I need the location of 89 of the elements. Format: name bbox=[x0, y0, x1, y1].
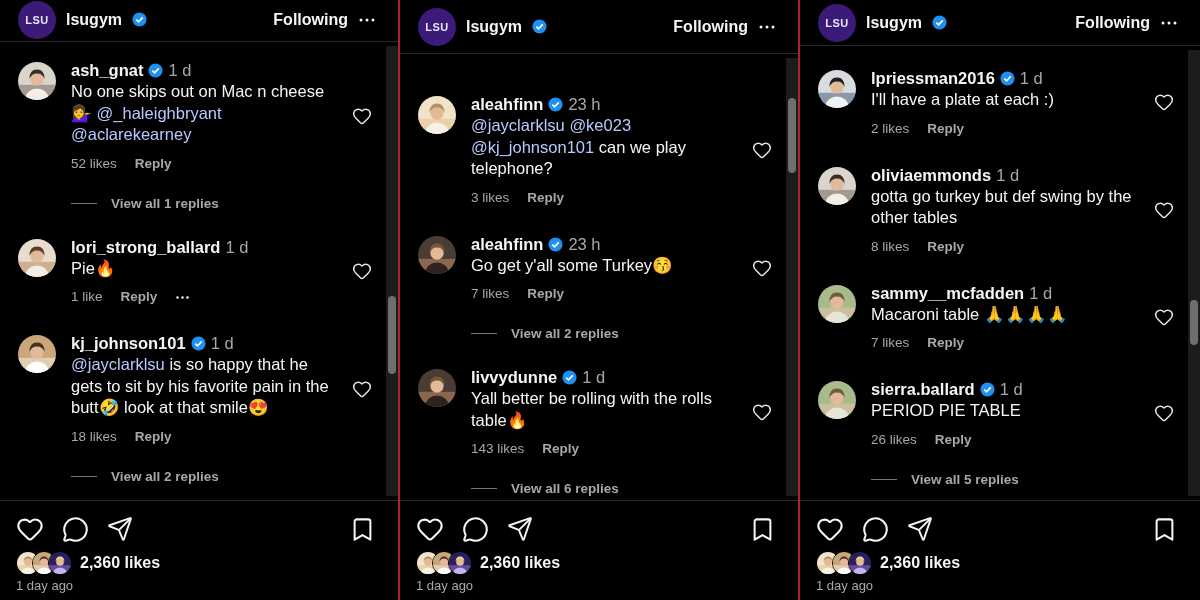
comment-text: No one skips out on Mac n cheese 💁‍♀ @_haleighbryant @aclarekearney bbox=[71, 81, 326, 145]
comment-text: Yall better be rolling with the rolls table🔥 bbox=[471, 388, 713, 431]
following-button[interactable]: Following bbox=[673, 17, 748, 36]
like-count: 18 likes bbox=[71, 427, 117, 446]
comment-time: 1 d bbox=[999, 379, 1023, 400]
account-name: lsugym bbox=[66, 10, 122, 29]
like-count: 7 likes bbox=[871, 334, 910, 352]
send-icon[interactable] bbox=[507, 516, 533, 542]
like-count: 52 likes bbox=[71, 154, 117, 173]
mention-link[interactable]: @ke023 bbox=[569, 116, 632, 134]
post-date: 1 day ago bbox=[16, 578, 75, 593]
comment-time: 1 d bbox=[582, 367, 606, 388]
reply-button[interactable]: Reply bbox=[934, 429, 972, 450]
username[interactable]: sierra.ballard bbox=[871, 379, 975, 400]
scrollbar[interactable] bbox=[386, 46, 398, 496]
reply-button[interactable]: Reply bbox=[527, 187, 565, 208]
account-logo: LSU bbox=[418, 7, 456, 46]
post-likes: 2,360 likes bbox=[480, 554, 561, 572]
comment-text: Macaroni table 🙏🙏🙏🙏 bbox=[871, 303, 1069, 325]
account-name: lsugym bbox=[866, 13, 922, 32]
view-replies-button[interactable]: View all 5 replies bbox=[871, 471, 1019, 487]
view-replies-button[interactable]: View all 1 replies bbox=[71, 195, 219, 211]
like-count: 26 likes bbox=[871, 430, 917, 449]
post-date: 1 day ago bbox=[416, 578, 475, 593]
mention-link[interactable]: @_haleighbryant bbox=[96, 103, 222, 122]
comment-time: 1 d bbox=[1029, 282, 1053, 304]
account-logo: LSU bbox=[818, 3, 856, 42]
comment-text: Pie🔥 bbox=[71, 257, 117, 279]
scrollbar[interactable] bbox=[1188, 50, 1200, 496]
comment-icon[interactable] bbox=[462, 515, 489, 543]
username[interactable]: aleahfinn bbox=[471, 94, 544, 115]
username[interactable]: kj_johnson101 bbox=[71, 333, 186, 354]
mention-link[interactable]: @kj_johnson101 bbox=[471, 137, 595, 156]
comment-text: Go get y'all some Turkey😚 bbox=[471, 254, 675, 276]
send-icon[interactable] bbox=[907, 516, 933, 542]
comment-icon[interactable] bbox=[62, 515, 89, 543]
comment-time: 1 d bbox=[225, 236, 249, 258]
more-icon[interactable] bbox=[358, 16, 376, 23]
comment-time: 1 d bbox=[996, 164, 1020, 186]
like-count: 143 likes bbox=[471, 440, 525, 458]
comment-time: 1 d bbox=[168, 60, 192, 81]
following-button[interactable]: Following bbox=[1075, 13, 1150, 32]
username[interactable]: oliviaemmonds bbox=[871, 164, 992, 186]
view-replies-button[interactable]: View all 6 replies bbox=[471, 481, 619, 496]
comment-time: 1 d bbox=[1019, 68, 1043, 89]
like-count: 7 likes bbox=[471, 285, 510, 303]
reply-button[interactable]: Reply bbox=[120, 287, 158, 307]
comment-text: gotta go turkey but def swing by the other tables bbox=[871, 185, 1133, 228]
reply-button[interactable]: Reply bbox=[542, 439, 580, 459]
like-count: 2 likes bbox=[871, 119, 910, 138]
post-date: 1 day ago bbox=[816, 578, 875, 593]
account-name: lsugym bbox=[466, 17, 522, 36]
following-button[interactable]: Following bbox=[273, 10, 348, 29]
reply-button[interactable]: Reply bbox=[134, 153, 172, 174]
more-icon[interactable] bbox=[175, 294, 191, 300]
comment-time: 23 h bbox=[568, 233, 601, 255]
username[interactable]: aleahfinn bbox=[471, 233, 544, 255]
comment-text: @jayclarklsu @ke023 @kj_johnson101 can we play telephone? bbox=[471, 115, 687, 179]
reply-button[interactable]: Reply bbox=[927, 236, 965, 257]
more-icon[interactable] bbox=[1160, 19, 1178, 26]
username[interactable]: lpriessman2016 bbox=[871, 68, 995, 89]
account-logo: LSU bbox=[18, 0, 56, 39]
comment-text: @jayclarklsu is so happy that he gets to sit by his favorite pain in the butt🤣 look at that smile😍 bbox=[71, 354, 330, 418]
username[interactable]: lori_strong_ballard bbox=[71, 236, 221, 258]
reply-button[interactable]: Reply bbox=[927, 333, 965, 353]
comment-time: 1 d bbox=[210, 333, 234, 354]
like-count: 1 like bbox=[71, 288, 103, 306]
post-likes: 2,360 likes bbox=[880, 554, 961, 572]
username[interactable]: sammy__mcfadden bbox=[871, 282, 1025, 304]
comment-icon[interactable] bbox=[862, 515, 889, 543]
comment-time: 23 h bbox=[568, 94, 601, 115]
post-likes: 2,360 likes bbox=[80, 554, 161, 572]
mention-link[interactable]: @jayclarklsu bbox=[71, 355, 165, 373]
more-icon[interactable] bbox=[758, 23, 776, 30]
reply-button[interactable]: Reply bbox=[134, 426, 172, 447]
comment-text: PERIOD PIE TABLE bbox=[871, 400, 1022, 421]
mention-link[interactable]: @jayclarklsu bbox=[471, 116, 565, 134]
comment-text: I'll have a plate at each :) bbox=[871, 89, 1055, 110]
reply-button[interactable]: Reply bbox=[927, 118, 965, 139]
like-count: 8 likes bbox=[871, 237, 910, 256]
view-replies-button[interactable]: View all 2 replies bbox=[471, 326, 619, 341]
username[interactable]: ash_gnat bbox=[71, 60, 144, 81]
like-count: 3 likes bbox=[471, 188, 510, 207]
send-icon[interactable] bbox=[107, 516, 133, 542]
reply-button[interactable]: Reply bbox=[527, 284, 565, 304]
view-replies-button[interactable]: View all 2 replies bbox=[71, 468, 219, 484]
username[interactable]: livvydunne bbox=[471, 367, 558, 388]
mention-link[interactable]: @aclarekearney bbox=[71, 125, 192, 143]
scrollbar[interactable] bbox=[786, 58, 798, 496]
